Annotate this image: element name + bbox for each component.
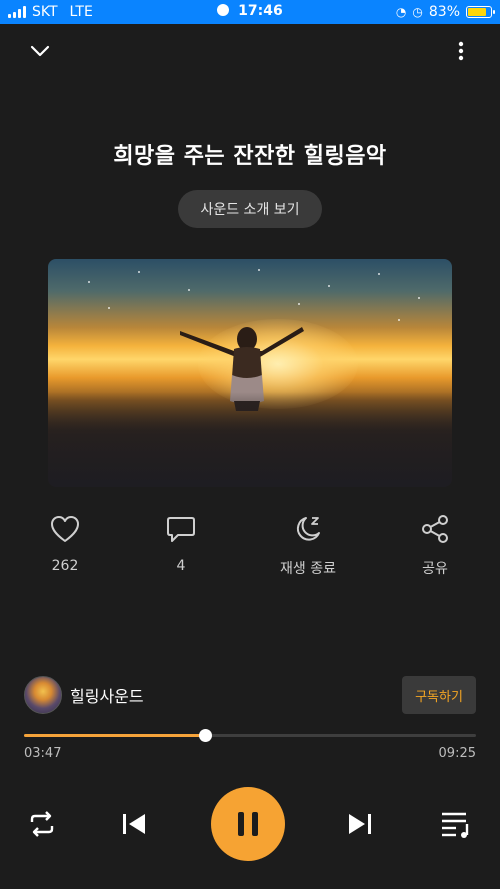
share-icon — [390, 512, 480, 546]
intro-button[interactable]: 사운드 소개 보기 — [178, 190, 322, 228]
cover-image — [48, 259, 452, 487]
more-vertical-icon[interactable] — [448, 36, 474, 66]
playlist-icon[interactable] — [438, 806, 474, 842]
total-duration: 09:25 — [438, 746, 476, 761]
channel-row: 힐링사운드 구독하기 — [24, 676, 476, 714]
network-label: LTE — [69, 4, 93, 20]
comment-button[interactable]: 4 — [136, 512, 226, 574]
chevron-down-icon[interactable] — [26, 38, 54, 64]
skip-next-icon[interactable] — [342, 806, 378, 842]
share-button[interactable]: 공유 — [390, 512, 480, 578]
subscribe-button[interactable]: 구독하기 — [402, 676, 476, 714]
alarm-icon: ◷ — [412, 5, 423, 19]
action-bar: 262 4 재생 종료 공유 — [0, 512, 500, 582]
comment-icon — [136, 512, 226, 546]
like-count: 262 — [51, 558, 79, 574]
heart-icon — [20, 512, 110, 546]
sleep-timer-label: 재생 종료 — [280, 561, 336, 577]
seek-handle[interactable] — [198, 729, 212, 742]
seek-bar-played — [24, 734, 205, 737]
share-label: 공유 — [422, 561, 448, 577]
skip-previous-icon[interactable] — [116, 806, 152, 842]
channel-name[interactable]: 힐링사운드 — [70, 683, 144, 707]
orientation-lock-icon: ◔ — [395, 5, 407, 19]
location-icon — [217, 4, 230, 16]
elapsed-time: 03:47 — [24, 746, 62, 761]
sleep-timer-icon — [263, 512, 353, 546]
carrier-label: SKT — [32, 4, 58, 20]
comment-count: 4 — [176, 558, 186, 574]
battery-icon — [466, 6, 495, 18]
status-bar: SKT LTE 17:46 ◔ ◷ 83% — [0, 0, 500, 24]
player-controls — [0, 780, 500, 868]
pause-icon — [236, 810, 260, 838]
avatar[interactable] — [24, 676, 62, 714]
track-title: 희망을 주는 잔잔한 힐링음악 — [113, 144, 387, 169]
repeat-icon[interactable] — [24, 806, 60, 842]
like-button[interactable]: 262 — [20, 512, 110, 574]
sleep-timer-button[interactable]: 재생 종료 — [263, 512, 353, 578]
signal-icon — [8, 6, 26, 18]
battery-percent: 83% — [428, 4, 460, 20]
clock: 17:46 — [238, 3, 283, 19]
seek-bar[interactable] — [24, 729, 476, 742]
pause-button[interactable] — [211, 787, 285, 861]
